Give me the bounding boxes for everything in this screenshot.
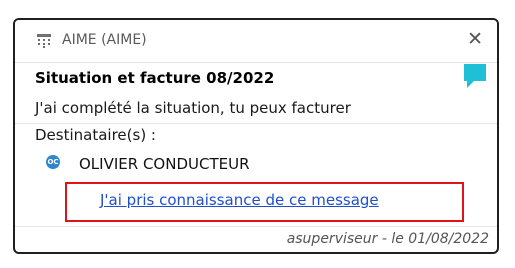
grid-dots-icon [37,34,51,48]
app-title: AIME (AIME) [62,32,147,48]
chat-bubble-icon[interactable] [460,61,490,91]
avatar: OC [46,155,60,169]
recipient-name: OLIVIER CONDUCTEUR [79,155,250,173]
message-body: J'ai complété la situation, tu peux fact… [35,99,351,117]
divider [15,123,497,124]
message-footer: asuperviseur - le 01/08/2022 [286,231,489,247]
close-icon[interactable]: ✕ [467,29,483,49]
acknowledge-link[interactable]: J'ai pris connaissance de ce message [100,191,379,209]
notification-popup: AIME (AIME) ✕ Situation et facture 08/20… [13,18,499,254]
acknowledge-highlight-box: J'ai pris connaissance de ce message [65,182,464,222]
popup-header: AIME (AIME) ✕ [15,20,497,63]
divider [15,226,497,227]
message-subject: Situation et facture 08/2022 [35,69,275,87]
recipients-label: Destinataire(s) : [35,126,156,144]
